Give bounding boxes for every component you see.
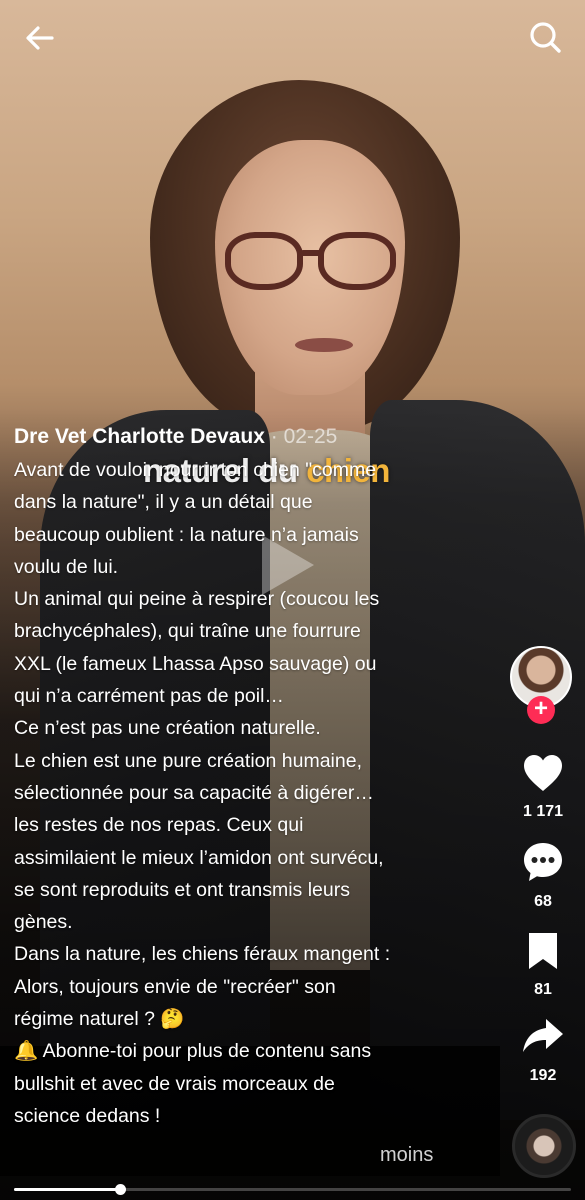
creator-avatar-button[interactable]: +: [510, 646, 572, 724]
video-progress-bar[interactable]: [14, 1184, 571, 1195]
comment-bubble-icon: [524, 843, 562, 881]
description-line: régime naturel ? 🤔: [14, 1008, 185, 1031]
arrow-left-icon: [26, 26, 54, 50]
description-line: gènes.: [14, 911, 73, 934]
description-line: Ce n’est pas une création naturelle.: [14, 717, 321, 740]
description-line: se sont reproduits et ont transmis leurs: [14, 878, 350, 901]
share-button[interactable]: 192: [505, 1016, 581, 1085]
post-date: 02-25: [283, 425, 338, 448]
description-line: dans la nature", il y a un détail que: [14, 491, 313, 514]
comment-button[interactable]: 68: [505, 840, 581, 911]
progress-handle[interactable]: [114, 1184, 126, 1195]
like-button[interactable]: 1 171: [505, 752, 581, 821]
back-button[interactable]: [18, 18, 62, 62]
heart-icon: [524, 755, 562, 791]
search-button[interactable]: [522, 18, 566, 62]
description-line: Dans la nature, les chiens féraux mangen…: [14, 943, 391, 966]
description-line: sélectionnée pour sa capacité à digérer…: [14, 781, 374, 804]
progress-fill: [14, 1188, 120, 1191]
sound-disc-icon[interactable]: [512, 1114, 576, 1178]
bookmark-icon: [529, 933, 557, 969]
follow-button[interactable]: +: [527, 696, 555, 724]
description-line: Alors, toujours envie de "recréer" son: [14, 975, 336, 998]
description-text: Avant de vouloir nourrir ton chien "comm…: [14, 454, 494, 1132]
description-line: qui n’a carrément pas de poil…: [14, 685, 284, 708]
description-line: brachycéphales), qui traîne une fourrure: [14, 620, 361, 643]
description-line: science dedans !: [14, 1104, 161, 1127]
share-count: 192: [529, 1067, 557, 1084]
description-line: voulu de lui.: [14, 555, 119, 578]
author-line: Dre Vet Charlotte Devaux · 02-25: [14, 423, 494, 451]
description-line: Un animal qui peine à respirer (coucou l…: [14, 588, 380, 611]
search-icon: [530, 22, 561, 53]
video-description[interactable]: Dre Vet Charlotte Devaux · 02-25 Avant d…: [14, 423, 494, 1132]
description-line: les restes de nos repas. Ceux qui: [14, 814, 304, 837]
separator: ·: [264, 425, 284, 448]
share-arrow-icon: [523, 1019, 563, 1052]
save-count: 81: [534, 981, 552, 998]
description-line: Avant de vouloir nourrir ton chien "comm…: [14, 459, 377, 481]
author-name[interactable]: Dre Vet Charlotte Devaux: [14, 425, 265, 448]
description-line: assimilaient le mieux l’amidon ont survé…: [14, 846, 384, 869]
show-less-link[interactable]: moins: [380, 1144, 433, 1167]
description-line: bullshit et avec de vrais morceaux de: [14, 1072, 335, 1095]
like-count: 1 171: [522, 803, 564, 820]
save-button[interactable]: 81: [505, 930, 581, 999]
description-line: Le chien est une pure création humaine,: [14, 749, 362, 772]
description-line: XXL (le fameux Lhassa Apso sauvage) ou: [14, 652, 377, 675]
comment-count: 68: [534, 893, 552, 910]
description-line: beaucoup oublient : la nature n’a jamais: [14, 523, 359, 546]
description-line: 🔔 Abonne-toi pour plus de contenu sans: [14, 1040, 372, 1063]
